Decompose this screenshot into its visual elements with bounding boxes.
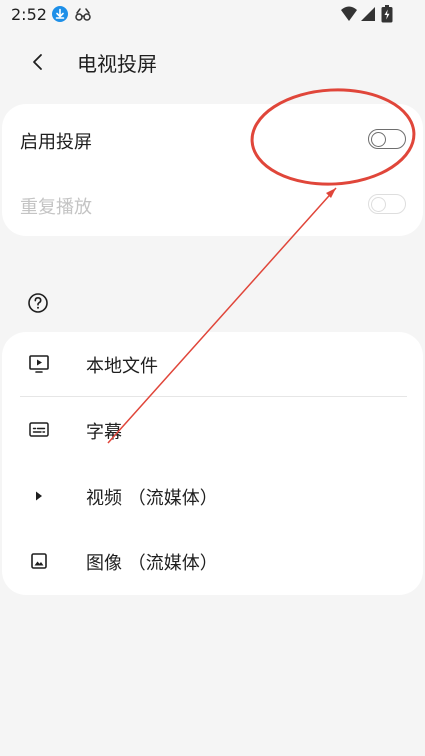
wifi-icon [340, 6, 358, 26]
play-screen-icon [28, 354, 50, 374]
menu-item-label: 字幕 [86, 422, 122, 443]
image-icon [28, 551, 50, 571]
menu-item-local-files[interactable]: 本地文件 [2, 332, 423, 397]
app-bar: 电视投屏 [0, 36, 425, 88]
menu-item-image-stream[interactable]: 图像 （流媒体） [2, 529, 423, 593]
switch-knob [371, 131, 386, 147]
download-icon [52, 6, 68, 22]
switch-knob [371, 196, 386, 212]
battery-icon [381, 5, 393, 27]
menu-item-video-stream[interactable]: 视频 （流媒体） [2, 464, 423, 528]
repeat-play-switch[interactable] [368, 194, 406, 214]
repeat-play-label: 重复播放 [20, 197, 92, 218]
menu-item-label: 本地文件 [86, 356, 158, 377]
enable-cast-label: 启用投屏 [20, 132, 92, 153]
status-bar: 2:52 [0, 0, 425, 30]
enable-cast-switch[interactable] [368, 129, 406, 149]
glasses-icon [74, 6, 92, 26]
back-button[interactable] [22, 46, 54, 78]
signal-icon [360, 6, 376, 26]
help-button[interactable] [27, 292, 49, 314]
help-icon [28, 293, 48, 313]
media-menu-card: 本地文件 字幕 视频 （流媒体） 图像 （流媒体） [2, 332, 423, 595]
cast-settings-card: 启用投屏 重复播放 [2, 104, 423, 236]
back-arrow-icon [33, 54, 42, 70]
divider [20, 396, 407, 397]
menu-item-subtitles[interactable]: 字幕 [2, 398, 423, 462]
menu-item-label: 视频 （流媒体） [86, 488, 218, 509]
status-time: 2:52 [11, 5, 47, 24]
page-title: 电视投屏 [77, 52, 157, 76]
play-arrow-icon [28, 486, 50, 506]
menu-item-label: 图像 （流媒体） [86, 553, 218, 574]
subtitles-icon [28, 420, 50, 440]
